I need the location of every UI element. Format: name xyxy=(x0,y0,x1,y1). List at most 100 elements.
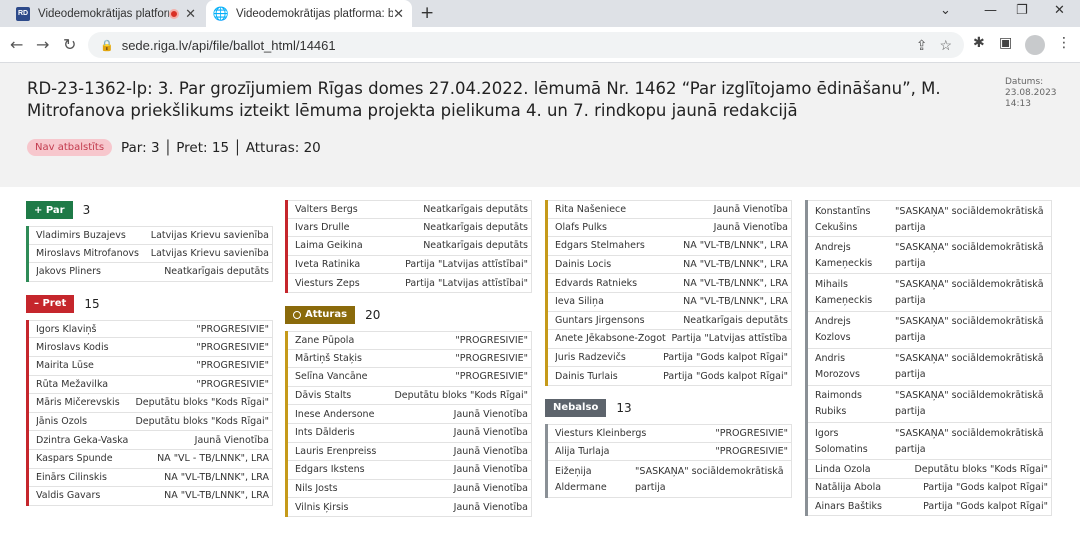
member-name: Kozlovs xyxy=(815,332,851,344)
member-name: Dainis Locis xyxy=(555,259,612,271)
member-party: partija xyxy=(895,369,926,381)
share-icon[interactable]: ⇪ xyxy=(916,37,928,54)
vote-summary: Par: 3 │ Pret: 15 │ Atturas: 20 xyxy=(121,140,321,156)
member-row: Dzintra Geka-Vaska Jaunā Vienotība xyxy=(29,431,273,450)
member-party: "SASKAŅA" sociāldemokrātiskā xyxy=(895,427,1044,439)
member-name: Juris Radzevičs xyxy=(555,352,626,364)
member-row: Valters Bergs Neatkarīgais deputāts xyxy=(288,200,532,219)
forward-icon[interactable]: → xyxy=(36,35,49,54)
member-party: Neatkarīgais deputāts xyxy=(683,314,788,326)
member-party: "PROGRESĪVIE" xyxy=(196,360,269,372)
address-bar[interactable]: 🔒 sede.riga.lv/api/file/ballot_html/1446… xyxy=(88,32,964,58)
member-row: Einārs Cilinskis NA "VL-TB/LNNK", LRA xyxy=(29,468,273,488)
group-par-header: + Par 3 xyxy=(26,200,273,220)
close-tab-icon[interactable]: ✕ xyxy=(393,6,404,22)
date-label: Datums: xyxy=(1005,77,1044,87)
member-row: Linda Ozola Deputātu bloks "Kods Rīgai" xyxy=(808,460,1052,479)
tab-search-icon[interactable]: ⌄ xyxy=(940,3,951,18)
member-row: Edvards Ratnieks NA "VL-TB/LNNK", LRA xyxy=(548,274,792,293)
member-party: "SASKAŅA" sociāldemokrātiskā xyxy=(895,241,1044,253)
page-title: RD-23-1362-lp: 3. Par grozījumiem Rīgas … xyxy=(27,79,941,120)
member-name: Dzintra Geka-Vaska xyxy=(36,434,129,446)
member-party: Partija "Latvijas attīstībai" xyxy=(671,333,789,345)
browser-tab-1[interactable]: RD Videodemokrātijas platforma ✕ xyxy=(8,0,204,27)
back-icon[interactable]: ← xyxy=(10,35,23,54)
profile-avatar[interactable] xyxy=(1025,35,1045,55)
globe-icon: 🌐 xyxy=(212,5,230,21)
date-value: 23.08.2023 xyxy=(1005,88,1057,98)
member-row: Mārtiņš Staķis "PROGRESĪVIE" xyxy=(288,349,532,369)
ballot-header: RD-23-1362-lp: 3. Par grozījumiem Rīgas … xyxy=(0,63,1080,187)
member-name: Andrejs xyxy=(815,241,851,253)
url-text[interactable]: sede.riga.lv/api/file/ballot_html/14461 xyxy=(122,38,916,53)
member-party: Neatkarīgais deputāts xyxy=(164,266,269,278)
member-party: "PROGRESĪVIE" xyxy=(196,341,269,353)
member-name: Māris Mičerevskis xyxy=(36,397,120,409)
side-panel-icon[interactable]: ▣ xyxy=(999,35,1012,51)
member-row: Laima Geikina Neatkarīgais deputāts xyxy=(288,237,532,256)
member-name: Andrejs xyxy=(815,316,851,328)
reload-icon[interactable]: ↻ xyxy=(63,35,76,54)
member-name: Mihails xyxy=(815,278,848,290)
member-list-pret-1: Igors Klaviņš "PROGRESĪVIE" Miroslavs Kod… xyxy=(26,319,273,506)
member-name: Kaspars Spunde xyxy=(36,453,113,465)
member-party: Latvijas Krievu savienība xyxy=(150,247,269,259)
member-name: Zane Pūpola xyxy=(295,334,355,346)
member-party: Jaunā Vienotība xyxy=(453,445,528,457)
member-party: partija xyxy=(895,443,926,455)
member-name: Igors Klaviņš xyxy=(36,323,97,335)
member-party: partija xyxy=(895,406,926,418)
bookmark-star-icon[interactable]: ☆ xyxy=(939,37,952,54)
member-name: Alija Turlaja xyxy=(555,445,610,457)
group-count-atturas: 20 xyxy=(365,307,381,322)
member-name: Rūta Mežavilka xyxy=(36,378,109,390)
member-name: Laima Geikina xyxy=(295,240,363,252)
browser-tab-2[interactable]: 🌐 Videodemokrātijas platforma: ba ✕ xyxy=(206,0,412,27)
member-row: Mairita Lūse "PROGRESĪVIE" xyxy=(29,356,273,376)
member-row: Jakovs Pliners Neatkarīgais deputāts xyxy=(29,263,273,282)
member-name: Anete Jēkabsone-Žogota xyxy=(555,333,666,345)
member-row: Vladimirs Buzajevs Latvijas Krievu savien… xyxy=(29,226,273,245)
member-name: Selīna Vancāne xyxy=(295,371,368,383)
member-row: Miroslavs Kodis "PROGRESĪVIE" xyxy=(29,338,273,357)
member-party: NA "VL-TB/LNNK", LRA xyxy=(683,259,788,271)
member-name: Viesturs Kleinbergs xyxy=(555,427,647,439)
member-party: "PROGRESĪVIE" xyxy=(196,378,269,390)
member-row: Konstantīns "SASKAŅA" sociāldemokrātiskā … xyxy=(808,200,1052,238)
window-close-icon[interactable]: ✕ xyxy=(1054,3,1065,18)
lock-icon[interactable]: 🔒 xyxy=(100,39,114,52)
member-row: Vilnis Ķirsis Jaunā Vienotība xyxy=(288,498,532,517)
member-name: Ints Dālderis xyxy=(295,427,355,439)
member-name: Linda Ozola xyxy=(815,463,871,475)
member-row: Jānis Ozols Deputātu bloks "Kods Rīgai" xyxy=(29,412,273,432)
member-row: Dāvis Stalts Deputātu bloks "Kods Rīgai" xyxy=(288,386,532,406)
member-row: Andrejs "SASKAŅA" sociāldemokrātiskā Kozl… xyxy=(808,311,1052,349)
member-party: NA "VL-TB/LNNK", LRA xyxy=(683,296,788,308)
member-party: Jaunā Vienotība xyxy=(713,203,788,215)
member-name: Eižeņija xyxy=(555,465,592,477)
member-row: Guntars Jirgensons Neatkarīgais deputāts xyxy=(548,311,792,331)
member-party: Jaunā Vienotība xyxy=(453,427,528,439)
browser-toolbar: ← → ↻ 🔒 sede.riga.lv/api/file/ballot_htm… xyxy=(0,27,1080,63)
member-row: Edgars Štelmahers NA "VL-TB/LNNK", LRA xyxy=(548,237,792,256)
member-name: Edgars Štelmahers xyxy=(555,240,645,252)
member-row: Natālija Ābola Partija "Gods kalpot Rīgai… xyxy=(808,478,1052,498)
member-row: Lauris Ērenpreiss Jaunā Vienotība xyxy=(288,442,532,462)
member-row: Anete Jēkabsone-Žogota Partija "Latvijas … xyxy=(548,330,792,349)
extensions-icon[interactable]: ✱ xyxy=(973,35,985,51)
member-row: Dainis Locis NA "VL-TB/LNNK", LRA xyxy=(548,255,792,275)
member-party: Partija "Latvijas attīstībai" xyxy=(405,259,528,271)
menu-kebab-icon[interactable]: ⋮ xyxy=(1057,35,1071,51)
restore-icon[interactable]: ❐ xyxy=(1016,3,1028,18)
member-party: partija xyxy=(895,294,926,306)
close-tab-icon[interactable]: ✕ xyxy=(185,6,196,22)
member-name: Vladimirs Buzajevs xyxy=(36,229,126,241)
new-tab-icon[interactable]: + xyxy=(420,3,434,23)
group-atturas-header: Atturas 20 xyxy=(285,305,532,325)
member-party: partija xyxy=(895,221,926,233)
member-name: Andris xyxy=(815,353,846,365)
member-row: Mihails "SASKAŅA" sociāldemokrātiskā Kame… xyxy=(808,274,1052,312)
group-label-nebalso: Nebalso xyxy=(545,398,607,417)
minimize-icon[interactable]: — xyxy=(984,3,997,18)
member-row: Edgars Ikstens Jaunā Vienotība xyxy=(288,461,532,480)
